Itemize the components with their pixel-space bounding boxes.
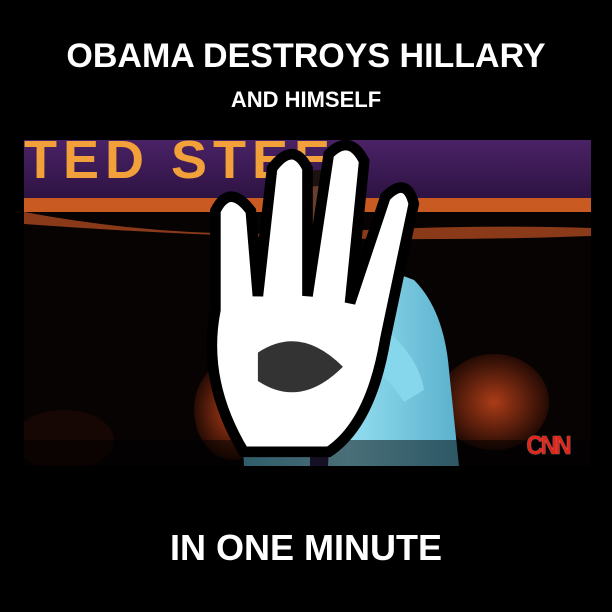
headline: OBAMA DESTROYS HILLARY bbox=[66, 37, 546, 75]
footer-caption: IN ONE MINUTE bbox=[169, 527, 442, 568]
video-still: TED STEEL CNN bbox=[24, 140, 591, 466]
cnn-logo: CNN bbox=[526, 430, 571, 460]
meme-canvas: OBAMA DESTROYS HILLARY AND HIMSELF TED S… bbox=[0, 0, 612, 612]
hand-icon bbox=[206, 140, 420, 458]
subheadline: AND HIMSELF bbox=[230, 87, 382, 112]
